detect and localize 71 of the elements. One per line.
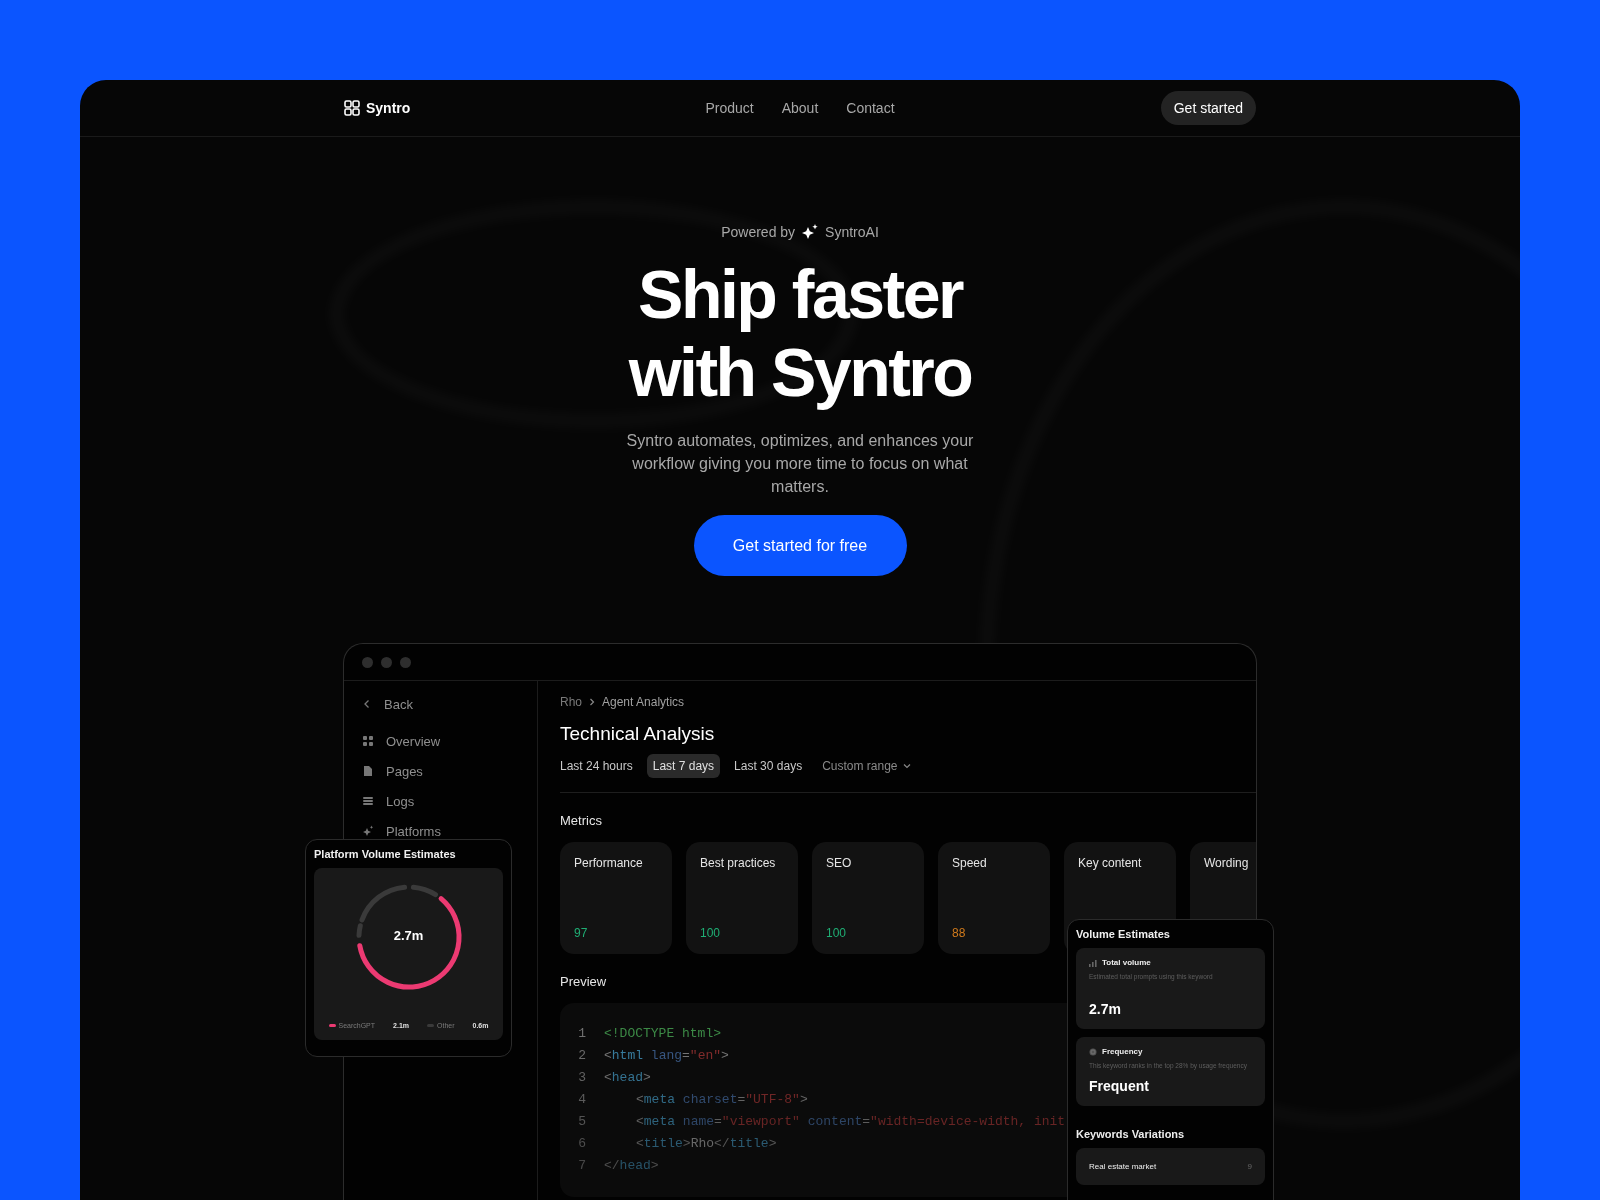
- line-number: 7: [577, 1157, 586, 1175]
- section-heading: Preview: [560, 974, 607, 989]
- nav-link[interactable]: Product: [705, 100, 754, 116]
- sidebar-item[interactable]: Platforms: [362, 823, 441, 839]
- code-line: <html lang="en">: [604, 1047, 729, 1065]
- line-number: 4: [577, 1091, 586, 1109]
- target-icon: [1089, 1047, 1097, 1056]
- page-title: Technical Analysis: [560, 723, 716, 745]
- stat-value: 2.7m: [1089, 1001, 1122, 1017]
- window-control-dot[interactable]: [381, 656, 392, 668]
- metric-score: 100: [826, 926, 848, 940]
- code-line: <title>Rho</title>: [635, 1135, 777, 1153]
- code-line: <!DOCTYPE html>: [604, 1025, 722, 1043]
- breadcrumb-link[interactable]: Rho: [560, 695, 582, 709]
- brand-name: SyntroAI: [825, 224, 879, 240]
- line-number: 5: [577, 1113, 586, 1131]
- powered-by-label: Powered by: [721, 224, 796, 240]
- stat-title: Frequency: [1102, 1047, 1143, 1056]
- metric-label: Wording: [1204, 856, 1250, 870]
- get-started-button[interactable]: Get started: [1160, 91, 1256, 125]
- date-range-tab[interactable]: Last 30 days: [728, 754, 809, 778]
- window-control-dot[interactable]: [362, 656, 373, 668]
- line-number: 6: [577, 1135, 586, 1153]
- metric-score: 97: [574, 926, 589, 940]
- chevron-down-icon: [902, 762, 911, 770]
- sparkle-icon: [801, 223, 820, 241]
- list-icon: [362, 795, 374, 807]
- keyword-label: Real estate market: [1089, 1162, 1157, 1171]
- code-line: </head>: [604, 1157, 659, 1175]
- date-range-tab[interactable]: Last 7 days: [646, 754, 721, 778]
- donut-total: 2.7m: [393, 928, 424, 943]
- metric-label: Key content: [1078, 856, 1143, 870]
- sidebar-item[interactable]: Overview: [362, 733, 441, 749]
- date-range-tab[interactable]: Last 24 hours: [560, 754, 639, 778]
- logo-icon: [344, 100, 360, 116]
- hero-heading: Ship faster with Syntro: [628, 255, 972, 411]
- chevron-right-icon: [588, 698, 596, 706]
- section-heading: Keywords Variations: [1076, 1128, 1186, 1140]
- metric-label: Speed: [952, 856, 988, 870]
- code-line: <head>: [604, 1069, 651, 1087]
- code-line: <meta charset="UTF-8">: [635, 1091, 808, 1109]
- sidebar-item[interactable]: Pages: [362, 763, 423, 779]
- card-title: Platform Volume Estimates: [314, 848, 457, 860]
- nav-link[interactable]: About: [781, 100, 819, 116]
- file-icon: [362, 765, 374, 777]
- date-range-dropdown[interactable]: Custom range: [816, 754, 917, 778]
- metric-label: Performance: [574, 856, 644, 870]
- breadcrumb-link[interactable]: Agent Analytics: [602, 695, 685, 709]
- metric-label: SEO: [826, 856, 853, 870]
- logo-text[interactable]: Syntro: [366, 100, 411, 116]
- metric-label: Best practices: [700, 856, 777, 870]
- back-button[interactable]: Back: [362, 696, 413, 712]
- chevron-left-icon: [362, 699, 372, 709]
- window-control-dot[interactable]: [400, 656, 411, 668]
- metric-score: 88: [952, 926, 967, 940]
- stat-value: Frequent: [1089, 1078, 1150, 1094]
- get-started-free-button[interactable]: Get started for free: [693, 515, 907, 576]
- stat-title: Total volume: [1102, 958, 1151, 967]
- section-heading: Metrics: [560, 813, 602, 828]
- nav-link[interactable]: Contact: [846, 100, 895, 116]
- line-number: 2: [577, 1047, 586, 1065]
- bar-chart-icon: [1089, 958, 1097, 967]
- card-title: Volume Estimates: [1076, 928, 1171, 940]
- code-line: <meta name="viewport" content="width=device-width, init: [635, 1113, 1066, 1131]
- grid-icon: [362, 735, 374, 747]
- line-number: 1: [577, 1025, 586, 1043]
- sparkle-icon: [362, 825, 374, 837]
- hero-subtitle: Syntro automates, optimizes, and enhances your workflow giving you more time to focus on what matters.: [625, 431, 975, 497]
- sidebar-item[interactable]: Logs: [362, 793, 415, 809]
- metric-score: 100: [700, 926, 722, 940]
- line-number: 3: [577, 1069, 586, 1087]
